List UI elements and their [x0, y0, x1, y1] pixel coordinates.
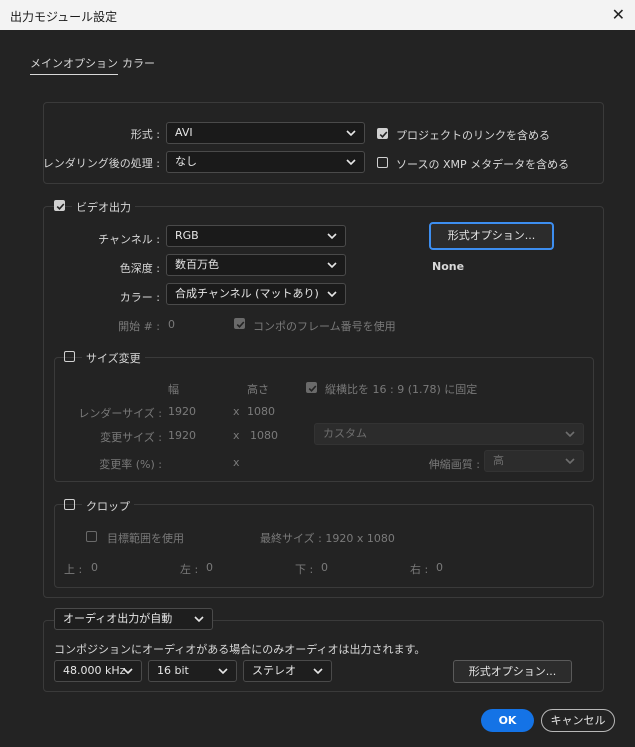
depth-value: 数百万色 [175, 258, 219, 271]
chevron-down-icon [194, 615, 204, 623]
close-icon[interactable]: ✕ [612, 5, 625, 24]
quality-label: 伸縮画質 : [428, 458, 480, 471]
chevron-down-icon [218, 667, 228, 675]
width-header: 幅 [168, 383, 179, 396]
post-render-label: レンダリング後の処理 : [42, 157, 160, 170]
times-sign: x [233, 429, 240, 442]
color-value: 合成チャンネル (マットあり) [175, 287, 319, 300]
title-bar: 出力モジュール設定 ✕ [0, 0, 635, 30]
quality-value: 高 [493, 454, 504, 467]
chevron-down-icon [327, 261, 337, 269]
color-select[interactable]: 合成チャンネル (マットあり) [166, 283, 346, 305]
resize-preset-value: カスタム [323, 427, 367, 440]
final-size-label: 最終サイズ : 1920 x 1080 [260, 532, 395, 545]
resize-width[interactable]: 1920 [168, 429, 196, 442]
tab-color[interactable]: カラー [122, 55, 155, 71]
crop-top-value[interactable]: 0 [91, 561, 98, 574]
height-header: 高さ [247, 383, 269, 396]
chevron-down-icon [565, 430, 575, 438]
depth-label: 色深度 : [119, 262, 160, 275]
chevron-down-icon [327, 290, 337, 298]
include-project-link-checkbox[interactable] [377, 128, 388, 139]
format-label: 形式 : [130, 128, 160, 141]
resize-height[interactable]: 1080 [250, 429, 278, 442]
crop-left-value[interactable]: 0 [206, 561, 213, 574]
video-output-checkbox[interactable] [54, 200, 65, 211]
lock-aspect-checkbox[interactable] [306, 382, 317, 393]
resize-percent-label: 変更率 (%) : [99, 458, 162, 471]
quality-select[interactable]: 高 [484, 450, 584, 472]
color-label: カラー : [119, 291, 160, 304]
cancel-button[interactable]: キャンセル [541, 709, 615, 732]
crop-left-label: 左 : [180, 563, 199, 576]
ok-button[interactable]: OK [481, 709, 534, 732]
lock-aspect-label: 縦横比を 16 : 9 (1.78) に固定 [325, 383, 478, 396]
render-height: 1080 [247, 405, 275, 418]
include-xmp-label: ソースの XMP メタデータを含める [396, 158, 570, 171]
format-value: AVI [175, 126, 193, 139]
codec-label: None [432, 260, 465, 273]
crop-checkbox[interactable] [64, 499, 75, 510]
chevron-down-icon [346, 129, 356, 137]
use-comp-frame-label: コンポのフレーム番号を使用 [253, 320, 396, 333]
window-title: 出力モジュール設定 [10, 10, 118, 24]
crop-label: クロップ [82, 498, 134, 514]
format-select[interactable]: AVI [166, 122, 365, 144]
start-frame-value: 0 [168, 318, 175, 331]
use-roi-checkbox[interactable] [86, 531, 97, 542]
post-render-select[interactable]: なし [166, 151, 365, 173]
audio-mode-value: オーディオ出力が自動 [63, 612, 173, 625]
resize-checkbox[interactable] [64, 351, 75, 362]
audio-channels-value: ステレオ [252, 664, 296, 677]
audio-bits-value: 16 bit [157, 664, 189, 677]
resize-preset-select[interactable]: カスタム [314, 423, 584, 445]
times-sign: x [233, 405, 240, 418]
chevron-down-icon [565, 457, 575, 465]
audio-note: コンポジションにオーディオがある場合にのみオーディオは出力されます。 [54, 643, 426, 656]
chevron-down-icon [123, 667, 133, 675]
audio-format-options-button[interactable]: 形式オプション... [453, 660, 572, 683]
channel-value: RGB [175, 229, 199, 242]
use-comp-frame-checkbox[interactable] [234, 318, 245, 329]
audio-rate-select[interactable]: 48.000 kHz [54, 660, 142, 682]
crop-top-label: 上 : [64, 563, 83, 576]
video-output-label: ビデオ出力 [72, 199, 135, 215]
render-width: 1920 [168, 405, 196, 418]
depth-select[interactable]: 数百万色 [166, 254, 346, 276]
audio-channels-select[interactable]: ステレオ [243, 660, 332, 682]
post-render-value: なし [175, 155, 197, 168]
use-roi-label: 目標範囲を使用 [107, 532, 184, 545]
crop-panel [54, 504, 594, 588]
audio-mode-select[interactable]: オーディオ出力が自動 [54, 608, 213, 630]
crop-right-label: 右 : [410, 563, 429, 576]
resize-label: サイズ変更 [82, 350, 145, 366]
video-format-options-button[interactable]: 形式オプション... [429, 222, 554, 250]
chevron-down-icon [313, 667, 323, 675]
audio-rate-value: 48.000 kHz [63, 664, 126, 677]
times-sign: x [233, 456, 240, 469]
crop-bottom-label: 下 : [295, 563, 314, 576]
start-frame-label: 開始 # : [118, 320, 160, 333]
include-xmp-checkbox[interactable] [377, 157, 388, 168]
channel-select[interactable]: RGB [166, 225, 346, 247]
resize-to-label: 変更サイズ : [100, 431, 162, 444]
audio-bits-select[interactable]: 16 bit [148, 660, 237, 682]
tab-main-options[interactable]: メインオプション [30, 55, 118, 75]
crop-right-value[interactable]: 0 [436, 561, 443, 574]
crop-bottom-value[interactable]: 0 [321, 561, 328, 574]
chevron-down-icon [327, 232, 337, 240]
render-size-label: レンダーサイズ : [78, 407, 162, 420]
channel-label: チャンネル : [98, 233, 160, 246]
chevron-down-icon [346, 158, 356, 166]
include-project-link-label: プロジェクトのリンクを含める [396, 129, 550, 142]
